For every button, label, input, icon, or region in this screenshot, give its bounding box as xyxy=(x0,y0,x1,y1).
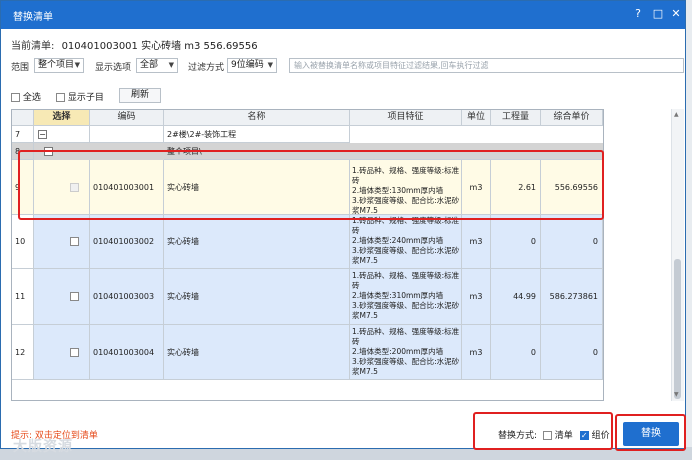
name-cell: 实心砖墙 xyxy=(164,215,350,269)
code-cell: 010401003004 xyxy=(90,325,164,380)
current-list-value: 010401003001 实心砖墙 m3 556.69556 xyxy=(61,41,258,52)
quantity-cell: 44.99 xyxy=(491,269,541,325)
header-unit-price[interactable]: 综合单价 xyxy=(541,110,603,126)
close-button[interactable]: ✕ xyxy=(669,7,683,21)
name-cell: 实心砖墙 xyxy=(164,269,350,325)
highlight-box-current-row xyxy=(18,150,604,220)
scroll-down-icon[interactable]: ▼ xyxy=(674,391,679,398)
row-checkbox[interactable] xyxy=(70,292,79,301)
header-unit[interactable]: 单位 xyxy=(462,110,491,126)
group-name: 2#楼\2#-装饰工程 xyxy=(164,126,350,143)
header-feature[interactable]: 项目特征 xyxy=(350,110,462,126)
row-checkbox[interactable] xyxy=(70,348,79,357)
row-number: 7 xyxy=(12,126,34,143)
feature-cell: 1.砖品种、规格、强度等级:标准砖 2.墙体类型:200mm厚内墙 3.砂浆强度… xyxy=(350,325,462,380)
quantity-cell: 0 xyxy=(491,215,541,269)
dropdown-arrow-icon: ▼ xyxy=(168,61,174,69)
replace-button[interactable]: 替换 xyxy=(623,422,679,446)
unit-cell: m3 xyxy=(462,215,491,269)
select-all-option[interactable]: 全选 xyxy=(11,90,41,103)
row-number: 12 xyxy=(12,325,34,380)
row-checkbox[interactable] xyxy=(70,237,79,246)
filter-mode-select[interactable]: 9位编码 ▼ xyxy=(227,58,277,73)
display-value: 全部 xyxy=(140,60,159,70)
table-scrollbar[interactable]: ▲ ▼ xyxy=(671,109,684,401)
background-right-edge xyxy=(685,0,692,460)
filter-mode-value: 9位编码 xyxy=(231,60,264,70)
header-select[interactable]: 选择 xyxy=(34,110,90,126)
scroll-up-icon[interactable]: ▲ xyxy=(674,111,679,118)
code-cell xyxy=(90,126,164,143)
scope-select[interactable]: 整个项目 ▼ xyxy=(34,58,84,73)
watermark-logo: 大版资源 xyxy=(13,439,73,455)
select-cell xyxy=(34,126,90,143)
current-list-label: 当前清单: xyxy=(11,41,55,52)
select-all-label: 全选 xyxy=(22,93,41,103)
feature-cell: 1.砖品种、规格、强度等级:标准砖 2.墙体类型:240mm厚内墙 3.砂浆强度… xyxy=(350,215,462,269)
header-code[interactable]: 编码 xyxy=(90,110,164,126)
maximize-button[interactable]: □ xyxy=(651,7,665,21)
replace-mode-group: 替换方式: 清单 ✓ 组价 xyxy=(498,428,610,441)
help-button[interactable]: ? xyxy=(631,7,645,21)
dropdown-arrow-icon: ▼ xyxy=(267,61,273,69)
row-number: 10 xyxy=(12,215,34,269)
unit-cell: m3 xyxy=(462,325,491,380)
title-bar: 替换清单 ? □ ✕ xyxy=(1,1,685,29)
table-row[interactable]: 11 010401003003 实心砖墙 1.砖品种、规格、强度等级:标准砖 2… xyxy=(12,269,603,325)
mode-combo-label: 组价 xyxy=(591,431,610,441)
select-cell xyxy=(34,325,90,380)
select-cell xyxy=(34,215,90,269)
filter-mode-label: 过滤方式 xyxy=(188,63,225,73)
unit-price-cell: 586.273861 xyxy=(541,269,603,325)
filter-search-input[interactable]: 输入被替换清单名称或项目特征过滤结果,回车执行过滤 xyxy=(289,58,684,73)
show-children-checkbox[interactable] xyxy=(56,93,65,102)
scope-value: 整个项目 xyxy=(38,60,75,70)
unit-cell: m3 xyxy=(462,269,491,325)
feature-cell: 1.砖品种、规格、强度等级:标准砖 2.墙体类型:310mm厚内墙 3.砂浆强度… xyxy=(350,269,462,325)
dialog-title: 替换清单 xyxy=(13,12,53,23)
filter-bar: 范围 整个项目 ▼ 显示选项 全部 ▼ 过滤方式 9位编码 ▼ 输入被替换清单名称或项… xyxy=(11,58,684,74)
mode-list-label: 清单 xyxy=(554,431,573,441)
scope-label: 范围 xyxy=(11,63,30,73)
code-cell: 010401003003 xyxy=(90,269,164,325)
display-label: 显示选项 xyxy=(95,63,132,73)
select-all-checkbox[interactable] xyxy=(11,93,20,102)
search-placeholder: 输入被替换清单名称或项目特征过滤结果,回车执行过滤 xyxy=(294,61,489,70)
mode-list-checkbox[interactable] xyxy=(542,431,552,440)
replace-mode-label: 替换方式: xyxy=(498,431,538,441)
group-row[interactable]: 7 − 2#楼\2#-装饰工程 xyxy=(12,126,603,143)
dropdown-arrow-icon: ▼ xyxy=(74,61,80,69)
quantity-cell: 0 xyxy=(491,325,541,380)
replace-list-dialog: 替换清单 ? □ ✕ 当前清单: 010401003001 实心砖墙 m3 55… xyxy=(0,0,686,455)
header-name[interactable]: 名称 xyxy=(164,110,350,126)
mode-combo-checkbox[interactable]: ✓ xyxy=(579,431,589,440)
header-row-number xyxy=(12,110,34,126)
show-children-label: 显示子目 xyxy=(67,93,104,103)
unit-price-cell: 0 xyxy=(541,215,603,269)
unit-price-cell: 0 xyxy=(541,325,603,380)
show-children-option[interactable]: 显示子目 xyxy=(56,90,104,103)
current-list-row: 当前清单: 010401003001 实心砖墙 m3 556.69556 xyxy=(11,37,258,52)
refresh-button[interactable]: 刷新 xyxy=(119,88,161,103)
table-row[interactable]: 12 010401003004 实心砖墙 1.砖品种、规格、强度等级:标准砖 2… xyxy=(12,325,603,380)
select-cell xyxy=(34,269,90,325)
scroll-thumb[interactable] xyxy=(674,259,681,399)
table-row[interactable]: 10 010401003002 实心砖墙 1.砖品种、规格、强度等级:标准砖 2… xyxy=(12,215,603,269)
row-number: 11 xyxy=(12,269,34,325)
display-select[interactable]: 全部 ▼ xyxy=(136,58,178,73)
code-cell: 010401003002 xyxy=(90,215,164,269)
header-quantity[interactable]: 工程量 xyxy=(491,110,541,126)
name-cell: 实心砖墙 xyxy=(164,325,350,380)
